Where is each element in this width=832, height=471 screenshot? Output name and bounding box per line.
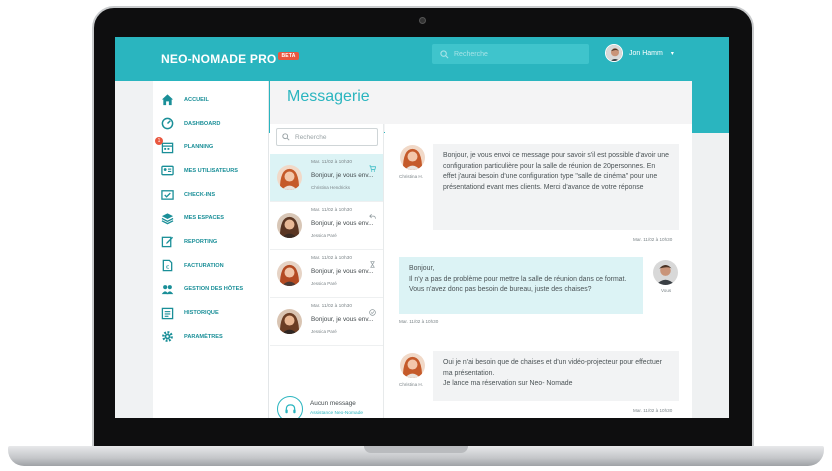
- thread-author: Christina Hendricks: [311, 185, 351, 190]
- sidebar-item-label: ACCUEIL: [184, 96, 209, 103]
- conversation-panel: Christina H. Bonjour, je vous envoi ce m…: [385, 124, 692, 418]
- gear-icon: [161, 330, 174, 343]
- sidebar-item-planning[interactable]: 1 PLANNING: [153, 135, 268, 159]
- thread-item[interactable]: Mar. 11/02 à 10h30 Bonjour, je vous env.…: [270, 298, 383, 346]
- sender-name: Vous: [661, 288, 672, 293]
- user-menu[interactable]: Jon Hamm ▾: [605, 44, 674, 62]
- speedometer-icon: [161, 117, 174, 130]
- global-search-input[interactable]: Recherche: [432, 44, 589, 64]
- sender-avatar: [400, 145, 425, 170]
- thread-search-input[interactable]: Recherche: [276, 128, 378, 146]
- sidebar-item-label: MES ESPACES: [184, 215, 224, 222]
- sidebar-item-label: PLANNING: [184, 144, 214, 151]
- thread-date: Mar. 11/02 à 10h30: [311, 208, 352, 213]
- thread-item[interactable]: Mar. 11/02 à 10h30 Bonjour, je vous env.…: [270, 250, 383, 298]
- sidebar-item-dashboard[interactable]: DASHBOARD: [153, 112, 268, 136]
- check-circle-icon: [369, 303, 376, 316]
- thread-item[interactable]: Mar. 11/02 à 10h30 Bonjour, je vous env.…: [270, 202, 383, 250]
- sidebar-item-label: FACTURATION: [184, 262, 224, 269]
- history-icon: [161, 307, 174, 320]
- users-card-icon: [161, 164, 174, 177]
- hosts-icon: [161, 283, 174, 296]
- calendar-icon: [161, 141, 174, 154]
- checkin-icon: [161, 188, 174, 201]
- thread-snippet: Bonjour, je vous env...: [311, 316, 374, 323]
- sender-avatar: [400, 353, 425, 378]
- app-logo[interactable]: NEO-NOMADE PRO BETA: [161, 52, 299, 66]
- sidebar-item-facturation[interactable]: € FACTURATION: [153, 254, 268, 278]
- cart-icon: [369, 159, 377, 172]
- thread-snippet: Bonjour, je vous env...: [311, 220, 374, 227]
- sidebar-item-label: PARAMÈTRES: [184, 333, 223, 340]
- sidebar-item-label: MES UTILISATEURS: [184, 167, 238, 174]
- sidebar-item-accueil[interactable]: ACCUEIL: [153, 88, 268, 112]
- search-icon: [282, 133, 290, 141]
- app-logo-text: NEO-NOMADE PRO: [161, 52, 277, 66]
- contact-avatar: [277, 213, 302, 238]
- message-time: Mar. 11/02 à 10h30: [399, 319, 439, 324]
- webcam: [419, 17, 426, 24]
- thread-snippet: Bonjour, je vous env...: [311, 172, 374, 179]
- thread-date: Mar. 11/02 à 10h30: [311, 304, 352, 309]
- thread-author: Jessica Paré: [311, 233, 337, 238]
- thread-date: Mar. 11/02 à 10h30: [311, 160, 352, 165]
- user-name: Jon Hamm: [629, 49, 663, 57]
- message-bubble: Oui je n'ai besoin que de chaises et d'u…: [433, 351, 679, 401]
- sidebar-item-mes-espaces[interactable]: MES ESPACES: [153, 206, 268, 230]
- background-gutter: [692, 133, 729, 418]
- home-icon: [161, 93, 174, 106]
- message-bubble: Bonjour, je vous envoi ce message pour s…: [433, 144, 679, 230]
- sidebar-item-mes-utilisateurs[interactable]: MES UTILISATEURS: [153, 159, 268, 183]
- contact-avatar: [277, 309, 302, 334]
- message-time: Mar. 11/02 à 10h30: [633, 237, 673, 242]
- sender-name: Christina H.: [399, 382, 423, 387]
- sidebar-item-label: REPORTING: [184, 238, 218, 245]
- sidebar-item-parametres[interactable]: PARAMÈTRES: [153, 325, 268, 349]
- reply-icon: [369, 207, 376, 219]
- sidebar-item-label: GESTION DES HÔTES: [184, 286, 244, 293]
- sidebar: ACCUEIL DASHBOARD 1 PLANNING MES UTILISA…: [153, 81, 269, 418]
- support-team: Assistance Neo-Nomade: [310, 411, 364, 416]
- svg-text:€: €: [166, 265, 170, 271]
- beta-badge: BETA: [278, 52, 299, 60]
- user-avatar: [653, 260, 678, 285]
- sidebar-item-historique[interactable]: HISTORIQUE: [153, 301, 268, 325]
- thread-author: Jessica Paré: [311, 281, 337, 286]
- global-search-placeholder: Recherche: [454, 50, 488, 58]
- screen: NEO-NOMADE PRO BETA Recherche Jon Hamm ▾ …: [115, 37, 729, 418]
- sidebar-item-label: DASHBOARD: [184, 120, 221, 127]
- user-avatar: [605, 44, 623, 62]
- search-icon: [440, 49, 449, 58]
- headset-icon: [277, 396, 303, 418]
- sidebar-item-reporting[interactable]: REPORTING: [153, 230, 268, 254]
- page-title: Messagerie: [287, 88, 370, 105]
- hourglass-icon: [369, 255, 376, 268]
- contact-avatar: [277, 165, 302, 190]
- laptop-base-notch: [364, 446, 468, 453]
- thread-search-placeholder: Recherche: [295, 133, 327, 141]
- sender-name: Christina H.: [399, 174, 423, 179]
- thread-snippet: Bonjour, je vous env...: [311, 268, 374, 275]
- message-time: Mar. 11/02 à 10h30: [633, 408, 673, 413]
- contact-avatar: [277, 261, 302, 286]
- thread-item[interactable]: Mar. 11/02 à 10h30 Bonjour, je vous env.…: [270, 154, 383, 202]
- thread-list: Recherche Mar. 11/02 à 10h30 Bonjour, je…: [270, 124, 384, 418]
- invoice-icon: €: [161, 259, 174, 272]
- thread-date: Mar. 11/02 à 10h30: [311, 256, 352, 261]
- sidebar-item-label: CHECK-INS: [184, 191, 216, 198]
- thread-author: Jessica Paré: [311, 329, 337, 334]
- top-bar: NEO-NOMADE PRO BETA Recherche Jon Hamm ▾: [115, 37, 729, 81]
- message-bubble: Bonjour, Il n'y a pas de problème pour m…: [399, 257, 643, 314]
- edit-icon: [161, 235, 174, 248]
- chevron-down-icon: ▾: [670, 50, 674, 57]
- support-status: Aucun message: [310, 400, 356, 407]
- background-panel: [115, 81, 153, 418]
- sidebar-item-gestion-des-hotes[interactable]: GESTION DES HÔTES: [153, 278, 268, 302]
- sidebar-item-check-ins[interactable]: CHECK-INS: [153, 183, 268, 207]
- support-item[interactable]: Aucun message Assistance Neo-Nomade: [270, 390, 383, 418]
- layers-icon: [161, 212, 174, 225]
- sidebar-item-label: HISTORIQUE: [184, 310, 219, 317]
